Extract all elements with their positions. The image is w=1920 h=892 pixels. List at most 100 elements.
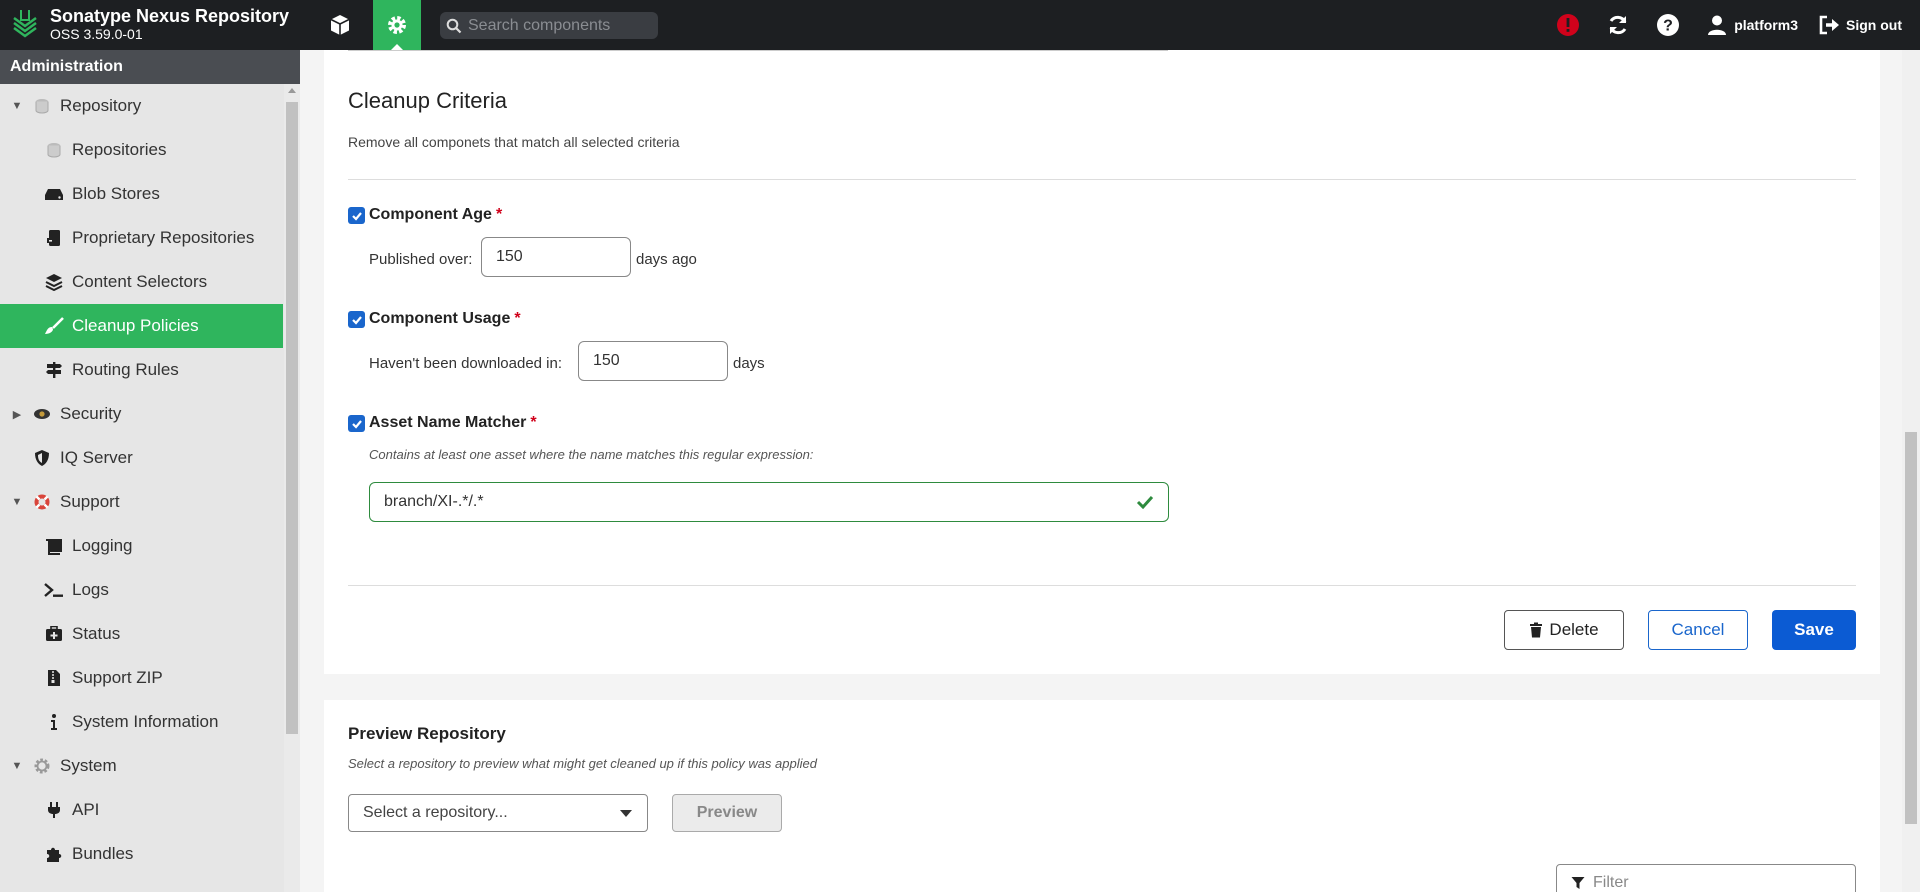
hdd-icon — [44, 184, 64, 204]
divider — [348, 585, 1856, 586]
user-menu-button[interactable]: platform3 — [1706, 14, 1798, 36]
terminal-icon — [44, 580, 64, 600]
refresh-icon — [1609, 15, 1627, 35]
preview-title: Preview Repository — [348, 724, 506, 743]
sidebar-item-security[interactable]: ▶ Security — [0, 392, 283, 436]
file-zip-icon — [44, 668, 64, 688]
main-scrollbar[interactable] — [1902, 50, 1920, 892]
expand-right-icon[interactable]: ▶ — [10, 408, 24, 421]
required-marker: * — [495, 206, 503, 223]
database-icon — [44, 140, 64, 160]
sidebar-item-repositories[interactable]: Repositories — [0, 128, 283, 172]
sidebar-item-label: API — [72, 800, 100, 819]
filter-input[interactable]: Filter — [1556, 864, 1856, 892]
sidebar-item-label: Blob Stores — [72, 184, 160, 203]
save-button[interactable]: Save — [1772, 610, 1856, 650]
cancel-button[interactable]: Cancel — [1648, 610, 1748, 650]
sidebar-item-status[interactable]: Status — [0, 612, 283, 656]
asset-name-regex-input[interactable]: branch/XI-.*/.* — [369, 482, 1169, 522]
sidebar-item-system[interactable]: ▼ System — [0, 744, 283, 788]
sidebar-item-content-selectors[interactable]: Content Selectors — [0, 260, 283, 304]
search-box[interactable] — [440, 12, 658, 39]
asset-matcher-hint: Contains at least one asset where the na… — [369, 447, 814, 462]
scrollbar-thumb[interactable] — [286, 102, 298, 734]
chevron-down-icon — [620, 810, 632, 817]
criteria-label-text: Asset Name Matcher — [369, 414, 527, 431]
preview-button[interactable]: Preview — [672, 794, 782, 832]
preview-repository-panel: Preview Repository Select a repository t… — [324, 700, 1880, 892]
sidebar-item-repository[interactable]: ▼ Repository — [0, 84, 283, 128]
sidebar-item-label: Content Selectors — [72, 272, 208, 291]
refresh-button[interactable] — [1606, 13, 1636, 37]
component-age-label: Component Age * — [369, 206, 502, 224]
repository-select[interactable]: Select a repository... — [348, 794, 648, 832]
sidebar-item-support-zip[interactable]: Support ZIP — [0, 656, 283, 700]
sidebar-item-logs[interactable]: Logs — [0, 568, 283, 612]
delete-button[interactable]: Delete — [1504, 610, 1624, 650]
component-usage-input[interactable] — [578, 341, 728, 381]
search-input[interactable] — [468, 16, 648, 35]
sidebar-item-proprietary-repositories[interactable]: Proprietary Repositories — [0, 216, 283, 260]
sidebar-item-api[interactable]: API — [0, 788, 283, 832]
shield-icon — [32, 448, 52, 468]
top-right-toolbar: ? platform3 Sign out — [1536, 0, 1902, 50]
help-button[interactable]: ? — [1656, 13, 1686, 37]
days-label: days — [733, 355, 765, 372]
repository-select-value: Select a repository... — [363, 804, 508, 821]
cleanup-criteria-panel: Cleanup Criteria Remove all componets th… — [324, 50, 1880, 674]
check-icon — [351, 211, 362, 221]
cube-icon — [330, 15, 350, 35]
component-usage-checkbox[interactable] — [348, 311, 365, 328]
sign-out-button[interactable]: Sign out — [1818, 14, 1902, 36]
component-age-checkbox[interactable] — [348, 207, 365, 224]
scrollbar-thumb[interactable] — [1905, 432, 1917, 824]
sidebar-item-label: Proprietary Repositories — [72, 228, 255, 247]
cancel-label: Cancel — [1671, 620, 1725, 639]
regex-value: branch/XI-.*/.* — [384, 493, 484, 510]
app-title: Sonatype Nexus Repository — [50, 6, 290, 26]
published-over-label: Published over: — [369, 251, 473, 268]
signpost-icon — [44, 360, 64, 380]
help-icon: ? — [1657, 14, 1680, 36]
required-marker: * — [514, 310, 521, 327]
sidebar-item-support[interactable]: ▼ Support — [0, 480, 283, 524]
preview-button-label: Preview — [696, 804, 758, 821]
filter-icon — [1571, 877, 1585, 889]
sidebar-item-blob-stores[interactable]: Blob Stores — [0, 172, 283, 216]
asset-name-matcher-label: Asset Name Matcher * — [369, 414, 537, 432]
sidebar-item-system-information[interactable]: System Information — [0, 700, 283, 744]
admin-mode-button[interactable] — [373, 0, 421, 50]
check-icon — [351, 315, 362, 325]
medkit-icon — [44, 624, 64, 644]
section-title: Cleanup Criteria — [348, 88, 507, 113]
sidebar-item-iq-server[interactable]: IQ Server — [0, 436, 283, 480]
sidebar-item-label: Bundles — [72, 844, 134, 863]
sidebar-item-logging[interactable]: Logging — [0, 524, 283, 568]
browse-mode-button[interactable] — [316, 0, 364, 50]
component-age-input[interactable] — [481, 237, 631, 277]
brush-icon — [44, 316, 64, 336]
sidebar-item-cleanup-policies[interactable]: Cleanup Policies — [0, 304, 283, 348]
expand-down-icon[interactable]: ▼ — [10, 100, 24, 112]
sidebar-item-label: System — [60, 756, 117, 775]
expand-down-icon[interactable]: ▼ — [10, 760, 24, 772]
asset-name-matcher-checkbox[interactable] — [348, 415, 365, 432]
sidebar-item-bundles[interactable]: Bundles — [0, 832, 283, 876]
sidebar-scrollbar[interactable] — [284, 84, 300, 892]
puzzle-icon — [44, 844, 64, 864]
system-alert-button[interactable] — [1556, 13, 1586, 37]
sidebar-item-label: Repositories — [72, 140, 167, 159]
required-marker: * — [530, 414, 537, 431]
days-ago-label: days ago — [636, 251, 697, 268]
eye-icon — [32, 404, 52, 424]
divider — [348, 50, 1168, 51]
nexus-logo-icon — [13, 10, 37, 38]
expand-down-icon[interactable]: ▼ — [10, 496, 24, 508]
scroll-up-arrow[interactable] — [288, 88, 296, 93]
divider — [348, 179, 1856, 180]
sidebar-item-routing-rules[interactable]: Routing Rules — [0, 348, 283, 392]
top-bar: Sonatype Nexus Repository OSS 3.59.0-01 — [0, 0, 1920, 50]
gear-icon — [32, 756, 52, 776]
criteria-label-text: Component Age — [369, 206, 492, 223]
brand[interactable]: Sonatype Nexus Repository OSS 3.59.0-01 — [10, 6, 289, 42]
